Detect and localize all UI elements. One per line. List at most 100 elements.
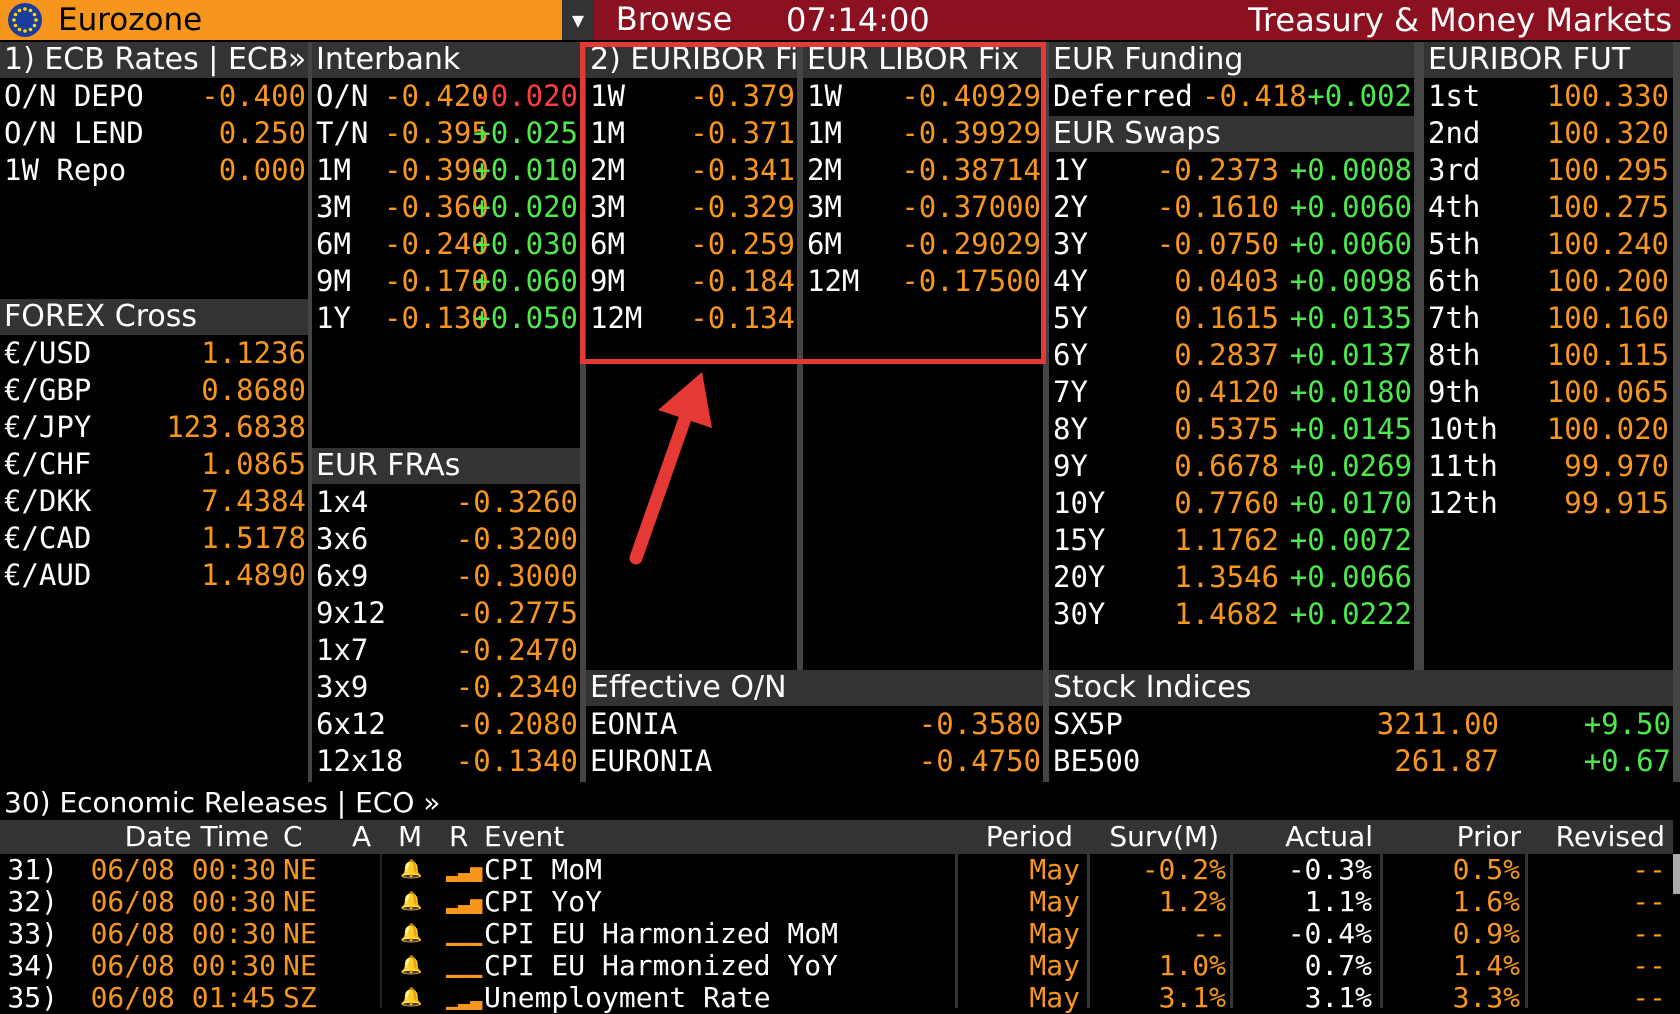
row-actual: 3.1%	[1304, 981, 1372, 1014]
col-surv[interactable]: Surv(M)	[1109, 821, 1219, 853]
swap-row-value: 1.3546	[1174, 560, 1279, 594]
row-datetime: 06/08 00:30	[90, 949, 276, 982]
relevance-bars-icon: ▁▁▁	[446, 954, 483, 978]
fut-row-label: 4th	[1428, 190, 1481, 224]
row-surv: 3.1%	[1158, 981, 1226, 1014]
col-actual[interactable]: Actual	[1285, 821, 1373, 853]
swap-row-label: 30Y	[1053, 597, 1106, 631]
interbank-row-change: -0.020	[473, 79, 578, 113]
table-row[interactable]: 33) 06/08 00:30 NE 🔔 ▁▁▁ CPI EU Harmoniz…	[0, 918, 1680, 950]
swap-row-value: 0.2837	[1174, 338, 1279, 372]
swap-row-change: +0.0222	[1289, 597, 1412, 631]
ecb-row-label: 1W Repo	[4, 153, 127, 187]
forex-row-label: €/GBP	[4, 373, 92, 407]
region-name[interactable]: Eurozone	[58, 0, 202, 40]
interbank-row-change: +0.030	[473, 227, 578, 261]
euribor-fut-panel: EURIBOR FUT 1st 100.330 2nd 100.320 3rd 100…	[1424, 42, 1673, 522]
swap-row-change: +0.0180	[1289, 375, 1412, 409]
row-prior: 1.4%	[1452, 949, 1520, 982]
col-event[interactable]: Event	[484, 821, 564, 853]
fut-row-label: 12th	[1428, 486, 1498, 520]
interbank-row-label: O/N	[316, 79, 369, 113]
row-surv: 1.0%	[1158, 949, 1226, 982]
fra-row-label: 9x12	[316, 596, 386, 630]
swap-row-value: 0.4120	[1174, 375, 1279, 409]
eco-title[interactable]: 30) Economic Releases | ECO »	[4, 786, 440, 820]
fut-row-label: 5th	[1428, 227, 1481, 261]
row-event[interactable]: CPI EU Harmonized YoY	[484, 950, 838, 982]
interbank-row-label: 9M	[316, 264, 351, 298]
swap-row-change: +0.0135	[1289, 301, 1412, 335]
table-row[interactable]: 34) 06/08 00:30 NE 🔔 ▁▁▁ CPI EU Harmoniz…	[0, 950, 1680, 982]
bell-icon[interactable]: 🔔	[400, 886, 422, 918]
col-prior[interactable]: Prior	[1457, 821, 1521, 853]
effective-row-value: -0.4750	[918, 744, 1041, 778]
fut-row-value: 100.330	[1546, 79, 1669, 113]
row-revised: --	[1632, 885, 1666, 918]
ecb-row-value: 0.250	[218, 116, 306, 150]
stock-indices-panel: Stock Indices SX5P 3211.00 +9.50 BE500 261.…	[1049, 670, 1673, 780]
index-row-label: SX5P	[1053, 707, 1123, 741]
row-revised: --	[1632, 949, 1666, 982]
fut-row-value: 99.915	[1564, 486, 1669, 520]
col-datetime[interactable]: Date Time	[125, 821, 269, 853]
funding-row-label: Deferred	[1053, 79, 1193, 113]
swap-row-value: 0.1615	[1174, 301, 1279, 335]
fut-row-label: 11th	[1428, 449, 1498, 483]
row-event[interactable]: CPI YoY	[484, 886, 602, 918]
row-period: May	[1029, 917, 1080, 950]
forex-cross-title: FOREX Cross	[0, 299, 308, 335]
clock: 07:14:00	[786, 1, 930, 39]
row-country: NE	[283, 949, 317, 982]
col-country[interactable]: C	[283, 821, 303, 853]
interbank-row-change: +0.060	[473, 264, 578, 298]
table-row[interactable]: 35) 06/08 01:45 SZ 🔔 ▁▂▃ Unemployment Ra…	[0, 982, 1680, 1014]
col-revised[interactable]: Revised	[1556, 821, 1665, 853]
index-row-change: +0.67	[1583, 744, 1671, 778]
row-event[interactable]: CPI MoM	[484, 854, 602, 886]
funding-row-change: +0.002	[1307, 79, 1412, 113]
ecb-row-value: 0.000	[218, 153, 306, 187]
col-r[interactable]: R	[449, 821, 468, 853]
swap-row-value: -0.1610	[1156, 190, 1279, 224]
forex-row-value: 1.0865	[201, 447, 306, 481]
swap-row-change: +0.0137	[1289, 338, 1412, 372]
row-event[interactable]: CPI EU Harmonized MoM	[484, 918, 838, 950]
swap-row-label: 8Y	[1053, 412, 1088, 446]
browse-button[interactable]: Browse	[594, 0, 754, 40]
relevance-bars-icon: ▁▂▃	[446, 986, 483, 1010]
row-event[interactable]: Unemployment Rate	[484, 982, 771, 1014]
fut-row-label: 8th	[1428, 338, 1481, 372]
ecb-row-label: O/N DEPO	[4, 79, 144, 113]
interbank-row-change: +0.050	[473, 301, 578, 335]
col-a[interactable]: A	[352, 821, 371, 853]
fut-row-label: 9th	[1428, 375, 1481, 409]
eur-fras-panel: EUR FRAs 1x4 -0.3260 3x6 -0.3200 6x9 -0.300…	[312, 448, 580, 780]
swap-row-label: 4Y	[1053, 264, 1088, 298]
swap-row-value: 0.6678	[1174, 449, 1279, 483]
chevron-down-icon[interactable]: ▼	[562, 0, 594, 40]
scrollbar[interactable]	[1673, 854, 1680, 894]
swap-row-label: 6Y	[1053, 338, 1088, 372]
col-m[interactable]: M	[398, 821, 422, 853]
bell-icon[interactable]: 🔔	[400, 950, 422, 982]
fra-row-label: 1x4	[316, 485, 369, 519]
table-row[interactable]: 32) 06/08 00:30 NE 🔔 ▂▃▅ CPI YoY May 1.2…	[0, 886, 1680, 918]
row-number: 34)	[7, 949, 58, 982]
row-period: May	[1029, 949, 1080, 982]
eur-swaps-title: EUR Swaps	[1049, 116, 1414, 152]
table-row[interactable]: 31) 06/08 00:30 NE 🔔 ▂▃▅ CPI MoM May -0.…	[0, 854, 1680, 886]
bell-icon[interactable]: 🔔	[400, 854, 422, 886]
forex-row-value: 1.5178	[201, 521, 306, 555]
fra-row-label: 6x9	[316, 559, 369, 593]
col-period[interactable]: Period	[986, 821, 1073, 853]
effective-row-value: -0.3580	[918, 707, 1041, 741]
fut-row-label: 3rd	[1428, 153, 1481, 187]
row-surv: 1.2%	[1158, 885, 1226, 918]
swap-row-change: +0.0269	[1289, 449, 1412, 483]
bell-icon[interactable]: 🔔	[400, 918, 422, 950]
bell-icon[interactable]: 🔔	[400, 982, 422, 1014]
row-number: 33)	[7, 917, 58, 950]
index-row-label: BE500	[1053, 744, 1141, 778]
ecb-rates-title[interactable]: 1) ECB Rates | ECB»	[0, 42, 308, 78]
